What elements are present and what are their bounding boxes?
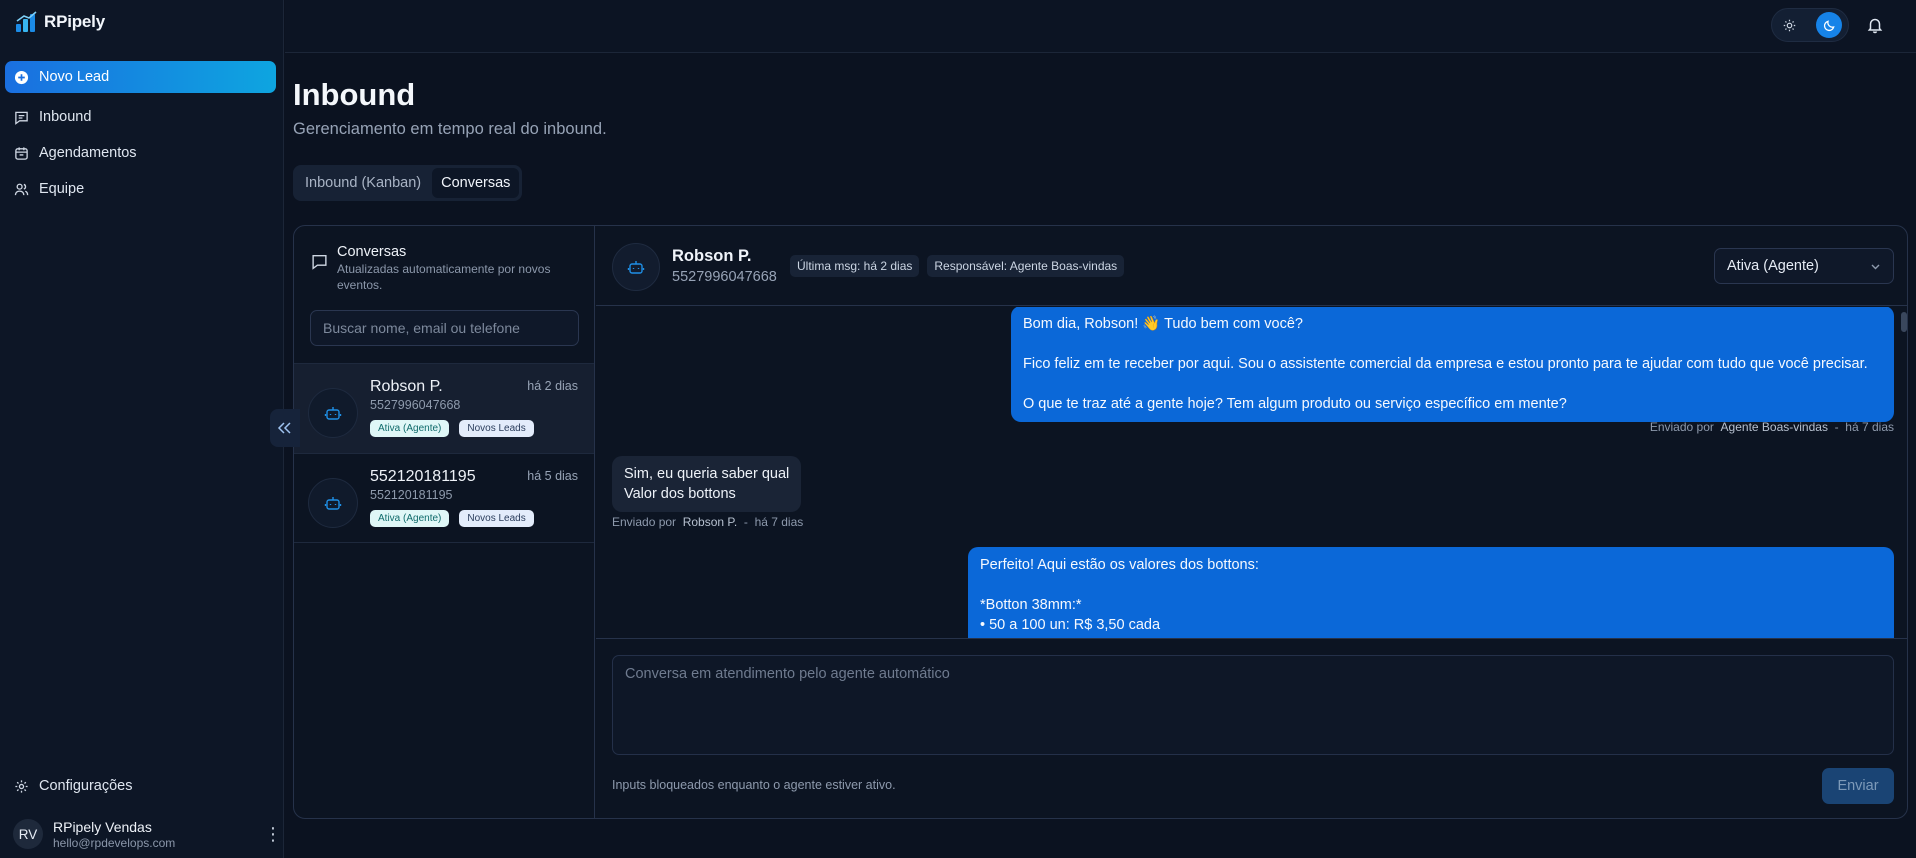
view-tabs: Inbound (Kanban) Conversas [293, 165, 523, 201]
message-time: há 7 dias [754, 515, 804, 529]
sidebar-nav: Novo Lead Inbound Agendamentos Equipe [5, 61, 276, 209]
app-name: RPipely [44, 12, 105, 31]
logo[interactable]: RPipely [15, 11, 105, 33]
status-badge: Ativa (Agente) [370, 420, 450, 437]
calendar-icon [15, 146, 28, 160]
bot-icon [627, 261, 645, 274]
collapse-sidebar-button[interactable] [270, 409, 300, 447]
more-vertical-icon[interactable]: ⋮ [264, 824, 282, 845]
bot-icon [324, 407, 342, 420]
bot-avatar [308, 388, 358, 438]
bot-icon [324, 497, 342, 510]
search-input[interactable] [310, 310, 579, 346]
plus-circle-icon [14, 70, 29, 84]
conversation-list-title: Conversas [337, 244, 407, 260]
sun-icon [1783, 19, 1795, 31]
conversation-list-header: Conversas Atualizadas automaticamente po… [311, 244, 557, 293]
dark-mode-button[interactable] [1816, 12, 1842, 38]
chevron-down-icon [1871, 264, 1880, 269]
user-info: RPipely Vendas hello@rpdevelops.com [53, 819, 254, 850]
conversation-badges: Ativa (Agente) Novos Leads [370, 510, 534, 527]
sidebar-item-configuracoes[interactable]: Configurações [5, 770, 276, 802]
message-meta: Enviado por Robson P. - há 7 dias [612, 515, 804, 529]
new-lead-button[interactable]: Novo Lead [5, 61, 276, 93]
sidebar-item-label: Equipe [39, 181, 85, 197]
page-subtitle: Gerenciamento em tempo real do inbound. [293, 120, 607, 138]
message-sender: Agente Boas-vindas [1720, 420, 1828, 434]
message-list[interactable]: Bom dia, Robson! 👋 Tudo bem com você? Fi… [596, 307, 1907, 638]
user-name: RPipely Vendas [53, 818, 152, 835]
light-mode-button[interactable] [1776, 12, 1802, 38]
conversation-phone: 552120181195 [370, 488, 453, 502]
status-select-value: Ativa (Agente) [1727, 258, 1819, 274]
conversations-panel: Conversas Atualizadas automaticamente po… [293, 225, 1908, 819]
chevrons-left-icon [277, 422, 291, 434]
incoming-message: Sim, eu queria saber qual Valor dos bott… [612, 456, 802, 512]
sidebar-item-equipe[interactable]: Equipe [5, 173, 276, 205]
contact-name: Robson P. [672, 247, 752, 265]
moon-icon [1823, 19, 1835, 31]
message-composer: Inputs bloqueados enquanto o agente esti… [596, 638, 1907, 818]
message-sent-by-label: Enviado por [612, 515, 677, 529]
conversation-name: Robson P. [370, 378, 443, 395]
conversation-name: 552120181195 [370, 468, 476, 485]
conversation-list: Conversas Atualizadas automaticamente po… [294, 226, 595, 818]
user-email: hello@rpdevelops.com [53, 835, 176, 850]
message-sent-by-label: Enviado por [1649, 420, 1714, 434]
theme-toggle[interactable] [1771, 8, 1849, 42]
conversation-badges: Ativa (Agente) Novos Leads [370, 420, 534, 437]
tab-conversas[interactable]: Conversas [432, 168, 520, 198]
logo-icon [16, 11, 37, 32]
sidebar: RPipely Novo Lead Inbound Agendamentos E… [0, 0, 284, 858]
conversation-phone: 5527996047668 [370, 398, 461, 412]
message-time: há 7 dias [1845, 420, 1894, 434]
settings-section: Configurações [5, 770, 276, 806]
bell-icon[interactable] [1866, 16, 1884, 34]
avatar: RV [13, 819, 43, 849]
message-meta: Enviado por Agente Boas-vindas - há 7 di… [1649, 420, 1894, 434]
users-icon [14, 183, 29, 195]
gear-icon [15, 779, 28, 793]
page-title: Inbound [293, 77, 416, 112]
conversation-time: há 5 dias [527, 469, 578, 483]
user-profile[interactable]: RV RPipely Vendas hello@rpdevelops.com ⋮ [13, 816, 282, 852]
chat-header: Robson P. 5527996047668 Última msg: há 2… [596, 226, 1907, 306]
chat-view: Robson P. 5527996047668 Última msg: há 2… [596, 226, 1907, 818]
composer-note: Inputs bloqueados enquanto o agente esti… [612, 778, 896, 792]
topbar [285, 0, 1916, 53]
bot-avatar [308, 478, 358, 528]
contact-phone: 5527996047668 [672, 269, 777, 285]
message-input[interactable] [612, 655, 1894, 755]
conversation-list-description: Atualizadas automaticamente por novos ev… [337, 262, 551, 292]
conversation-item[interactable]: Robson P. há 2 dias 5527996047668 Ativa … [294, 363, 594, 453]
stage-badge: Novos Leads [459, 510, 534, 527]
sidebar-item-label: Configurações [39, 778, 133, 794]
tab-inbound-kanban[interactable]: Inbound (Kanban) [296, 168, 430, 198]
last-message-tag: Última msg: há 2 dias [790, 255, 920, 277]
stage-badge: Novos Leads [459, 420, 534, 437]
conversation-time: há 2 dias [527, 379, 578, 393]
outgoing-message: Perfeito! Aqui estão os valores dos bott… [968, 547, 1894, 638]
owner-tag: Responsável: Agente Boas-vindas [927, 255, 1125, 277]
message-square-icon [312, 254, 327, 270]
scrollbar[interactable] [1901, 312, 1907, 332]
new-lead-label: Novo Lead [39, 69, 110, 85]
send-button[interactable]: Enviar [1822, 768, 1894, 804]
sidebar-item-inbound[interactable]: Inbound [5, 101, 276, 133]
bot-avatar [612, 243, 660, 291]
sidebar-item-label: Agendamentos [39, 145, 137, 161]
outgoing-message: Bom dia, Robson! 👋 Tudo bem com você? Fi… [1011, 307, 1894, 422]
status-select[interactable]: Ativa (Agente) [1714, 248, 1894, 284]
sidebar-item-label: Inbound [39, 109, 92, 125]
sidebar-item-agendamentos[interactable]: Agendamentos [5, 137, 276, 169]
message-sender: Robson P. [682, 515, 738, 529]
message-square-icon [15, 111, 28, 125]
conversation-item[interactable]: 552120181195 há 5 dias 552120181195 Ativ… [294, 453, 594, 543]
status-badge: Ativa (Agente) [370, 510, 450, 527]
chat-tags: Última msg: há 2 dias Responsável: Agent… [790, 255, 1125, 277]
